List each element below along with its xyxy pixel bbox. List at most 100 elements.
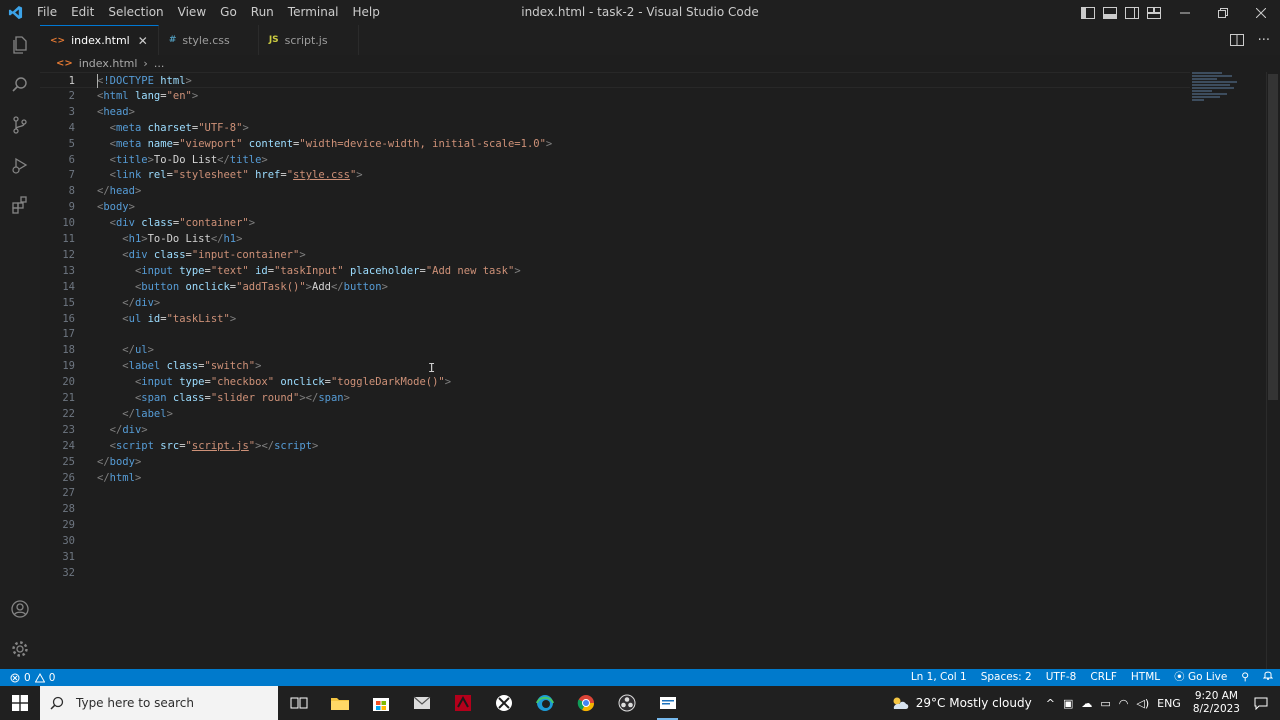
- notification-center-icon[interactable]: [1248, 697, 1280, 710]
- more-actions-icon[interactable]: ···: [1258, 33, 1270, 48]
- toggle-secondary-sidebar-icon[interactable]: [1124, 5, 1140, 21]
- code-line[interactable]: 18 </ul>: [40, 342, 1190, 358]
- breadcrumb-more[interactable]: ...: [154, 57, 165, 70]
- code-line[interactable]: 32: [40, 565, 1190, 581]
- show-hidden-icons-chevron-up-icon[interactable]: ^: [1042, 697, 1059, 710]
- onedrive-cloud-icon[interactable]: ☁: [1077, 697, 1096, 710]
- code-line[interactable]: 15 </div>: [40, 295, 1190, 311]
- menu-go[interactable]: Go: [213, 0, 244, 25]
- code-line[interactable]: 6 <title>To-Do List</title>: [40, 152, 1190, 168]
- menu-view[interactable]: View: [171, 0, 213, 25]
- code-line[interactable]: 30: [40, 533, 1190, 549]
- volume-icon[interactable]: ◁): [1132, 697, 1153, 710]
- breadcrumb-file[interactable]: index.html: [79, 57, 138, 70]
- indentation[interactable]: Spaces: 2: [974, 669, 1039, 686]
- explorer-icon[interactable]: [0, 25, 40, 65]
- code-line[interactable]: 28: [40, 501, 1190, 517]
- input-language[interactable]: ENG: [1153, 697, 1185, 710]
- vscode-taskbar-icon[interactable]: [647, 686, 688, 720]
- scrollbar-thumb[interactable]: [1268, 74, 1278, 400]
- cursor-position[interactable]: Ln 1, Col 1: [904, 669, 974, 686]
- problems-indicator[interactable]: 0 0: [0, 672, 55, 684]
- code-line[interactable]: 27: [40, 485, 1190, 501]
- end-of-line[interactable]: CRLF: [1083, 669, 1124, 686]
- restore-icon[interactable]: [1204, 0, 1242, 25]
- edge-browser-icon[interactable]: [524, 686, 565, 720]
- toggle-primary-sidebar-icon[interactable]: [1080, 5, 1096, 21]
- tab-index-html[interactable]: <> index.html ✕: [40, 25, 159, 55]
- code-line[interactable]: 10 <div class="container">: [40, 215, 1190, 231]
- tab-script-js[interactable]: JS script.js: [259, 25, 359, 55]
- source-control-icon[interactable]: [0, 105, 40, 145]
- code-line[interactable]: 25 </body>: [40, 454, 1190, 470]
- customize-layout-icon[interactable]: [1146, 5, 1162, 21]
- code-line[interactable]: 4 <meta charset="UTF-8">: [40, 120, 1190, 136]
- red-app-icon[interactable]: [442, 686, 483, 720]
- close-icon[interactable]: ✕: [138, 34, 148, 48]
- toggle-panel-icon[interactable]: [1102, 5, 1118, 21]
- code-line[interactable]: 17: [40, 326, 1190, 342]
- vertical-scrollbar[interactable]: [1266, 72, 1280, 669]
- code-line[interactable]: 31: [40, 549, 1190, 565]
- code-line[interactable]: 23 </div>: [40, 422, 1190, 438]
- tray-app-icon[interactable]: ▣: [1059, 697, 1077, 710]
- minimap[interactable]: [1192, 72, 1242, 112]
- task-view-icon[interactable]: [278, 686, 319, 720]
- code-line[interactable]: 22 </label>: [40, 406, 1190, 422]
- code-editor[interactable]: 1 <!DOCTYPE html> 2 <html lang="en"> 3 <head>…: [40, 72, 1280, 669]
- file-explorer-icon[interactable]: [319, 686, 360, 720]
- chrome-browser-icon[interactable]: [565, 686, 606, 720]
- code-line[interactable]: 21 <span class="slider round"></span>: [40, 390, 1190, 406]
- menu-file[interactable]: File: [30, 0, 64, 25]
- code-line[interactable]: 5 <meta name="viewport" content="width=d…: [40, 136, 1190, 152]
- tab-style-css[interactable]: # style.css: [159, 25, 259, 55]
- system-tray: 29°C Mostly cloudy ^ ▣ ☁ ▭ ◠ ◁) ENG 9:20…: [890, 686, 1280, 720]
- code-line[interactable]: 16 <ul id="taskList">: [40, 311, 1190, 327]
- battery-icon[interactable]: ▭: [1096, 697, 1114, 710]
- vscode-logo-icon[interactable]: [0, 0, 30, 25]
- account-icon[interactable]: [0, 589, 40, 629]
- code-line[interactable]: 14 <button onclick="addTask()">Add</butt…: [40, 279, 1190, 295]
- code-line[interactable]: 7 <link rel="stylesheet" href="style.css…: [40, 167, 1190, 183]
- minimize-icon[interactable]: [1166, 0, 1204, 25]
- code-line[interactable]: 3 <head>: [40, 104, 1190, 120]
- search-icon[interactable]: [0, 65, 40, 105]
- microsoft-store-icon[interactable]: [360, 686, 401, 720]
- extensions-icon[interactable]: [0, 185, 40, 225]
- menu-selection[interactable]: Selection: [101, 0, 170, 25]
- taskbar-clock[interactable]: 9:20 AM 8/2/2023: [1185, 690, 1248, 716]
- close-window-icon[interactable]: [1242, 0, 1280, 25]
- code-line[interactable]: 24 <script src="script.js"></script>: [40, 438, 1190, 454]
- language-mode[interactable]: HTML: [1124, 669, 1167, 686]
- manage-gear-icon[interactable]: [0, 629, 40, 669]
- run-debug-icon[interactable]: [0, 145, 40, 185]
- xbox-icon[interactable]: [483, 686, 524, 720]
- code-line[interactable]: 2 <html lang="en">: [40, 88, 1190, 104]
- encoding[interactable]: UTF-8: [1039, 669, 1084, 686]
- menu-terminal[interactable]: Terminal: [281, 0, 346, 25]
- code-line[interactable]: 20 <input type="checkbox" onclick="toggl…: [40, 374, 1190, 390]
- code-line[interactable]: 29: [40, 517, 1190, 533]
- notifications-bell-icon[interactable]: [1256, 669, 1280, 686]
- weather-widget[interactable]: 29°C Mostly cloudy: [890, 696, 1042, 710]
- menu-edit[interactable]: Edit: [64, 0, 101, 25]
- taskbar-search-input[interactable]: Type here to search: [40, 686, 278, 720]
- obs-studio-icon[interactable]: [606, 686, 647, 720]
- code-line[interactable]: 12 <div class="input-container">: [40, 247, 1190, 263]
- mail-icon[interactable]: [401, 686, 442, 720]
- split-editor-icon[interactable]: [1229, 31, 1244, 50]
- feedback-icon[interactable]: ⚲: [1234, 669, 1256, 686]
- go-live-button[interactable]: ⦿ Go Live: [1167, 669, 1234, 686]
- code-line[interactable]: 1 <!DOCTYPE html>: [40, 72, 1190, 88]
- code-line[interactable]: 26 </html>: [40, 470, 1190, 486]
- wifi-icon[interactable]: ◠: [1115, 697, 1133, 710]
- menu-run[interactable]: Run: [244, 0, 281, 25]
- code-line[interactable]: 9 <body>: [40, 199, 1190, 215]
- code-line[interactable]: 13 <input type="text" id="taskInput" pla…: [40, 263, 1190, 279]
- code-line[interactable]: 19 <label class="switch">: [40, 358, 1190, 374]
- menu-help[interactable]: Help: [346, 0, 387, 25]
- windows-start-icon[interactable]: [0, 686, 40, 720]
- code-line[interactable]: 8 </head>: [40, 183, 1190, 199]
- code-line[interactable]: 11 <h1>To-Do List</h1>: [40, 231, 1190, 247]
